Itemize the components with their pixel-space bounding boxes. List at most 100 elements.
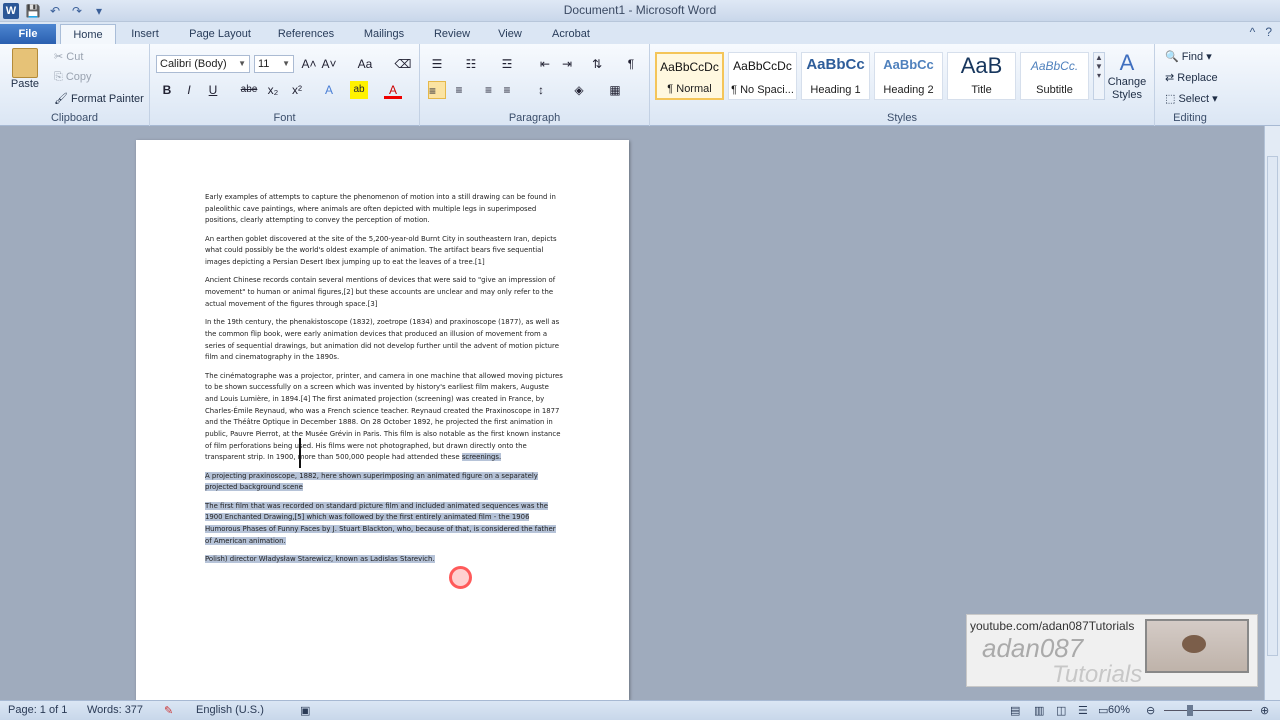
style-heading-2[interactable]: AaBbCc Heading 2 (874, 52, 943, 100)
font-name-combo[interactable]: Calibri (Body) ▼ (156, 55, 250, 73)
style-heading-1[interactable]: AaBbCc Heading 1 (801, 52, 870, 100)
find-label: Find (1181, 51, 1204, 63)
tab-insert[interactable]: Insert (118, 24, 172, 44)
selected-text[interactable]: The first film that was recorded on stan… (205, 501, 556, 545)
tab-acrobat[interactable]: Acrobat (540, 24, 602, 44)
selected-paragraph[interactable]: A projecting praxinoscope, 1882, here sh… (205, 471, 563, 494)
justify-icon[interactable]: ≡ (498, 81, 516, 99)
font-color-icon[interactable]: A (384, 81, 402, 99)
style-title[interactable]: AaB Title (947, 52, 1016, 100)
tab-references[interactable]: References (268, 24, 344, 44)
word-count[interactable]: Words: 377 (87, 704, 143, 716)
tab-view[interactable]: View (488, 24, 532, 44)
shrink-font-icon[interactable]: A˅ (320, 55, 338, 73)
macro-record-icon[interactable]: ▣ (300, 704, 310, 717)
style-name: Heading 2 (883, 84, 934, 96)
ribbon-tabs: File Home Insert Page Layout References … (0, 22, 1280, 44)
shading-icon[interactable]: ◈ (570, 81, 588, 99)
style-no-spacing[interactable]: AaBbCcDc ¶ No Spaci... (728, 52, 797, 100)
superscript-icon[interactable]: x² (288, 81, 306, 99)
watermark-name: adan087 (982, 633, 1084, 663)
borders-icon[interactable]: ▦ (606, 81, 624, 99)
paragraph[interactable]: In the 19th century, the phenakistoscope… (205, 317, 563, 364)
paste-label: Paste (10, 78, 40, 90)
cut-button[interactable]: ✂ Cut (54, 50, 83, 63)
paragraph[interactable]: Ancient Chinese records contain several … (205, 275, 563, 310)
paragraph-text[interactable]: The cinématographe was a projector, prin… (205, 372, 563, 462)
outline-view-icon[interactable]: ☰ (1078, 704, 1088, 717)
tab-review[interactable]: Review (424, 24, 480, 44)
mouse-click-indicator (449, 566, 472, 589)
highlight-icon[interactable]: ab (350, 81, 368, 99)
print-layout-view-icon[interactable]: ▤ (1010, 704, 1020, 717)
vertical-scrollbar[interactable] (1264, 126, 1280, 700)
paragraph[interactable]: Early examples of attempts to capture th… (205, 192, 563, 227)
show-hide-icon[interactable]: ¶ (622, 55, 640, 73)
window-title: Document1 - Microsoft Word (563, 3, 717, 17)
copy-button[interactable]: ⎘ Copy (54, 71, 92, 84)
italic-icon[interactable]: I (180, 81, 198, 99)
sort-icon[interactable]: ⇅ (588, 55, 606, 73)
iris (1182, 635, 1206, 653)
zoom-level[interactable]: 60% (1108, 704, 1130, 716)
selected-text[interactable]: A projecting praxinoscope, 1882, here sh… (205, 471, 538, 492)
subscript-icon[interactable]: x₂ (264, 81, 282, 99)
language[interactable]: English (U.S.) (196, 704, 264, 716)
clear-formatting-icon[interactable]: ⌫ (394, 55, 412, 73)
select-button[interactable]: ⬚ Select ▾ (1165, 92, 1218, 105)
ribbon-controls: ^ ? (1250, 25, 1272, 39)
selected-text[interactable]: screenings. (461, 453, 502, 462)
scrollbar-thumb[interactable] (1267, 156, 1278, 656)
tab-home[interactable]: Home (60, 24, 116, 44)
selected-paragraph[interactable]: The first film that was recorded on stan… (205, 501, 563, 548)
style-normal[interactable]: AaBbCcDc ¶ Normal (655, 52, 724, 100)
selected-text[interactable]: Polish) director Władysław Starewicz, kn… (205, 555, 435, 564)
paste-icon (12, 48, 38, 78)
paragraph[interactable]: The cinématographe was a projector, prin… (205, 371, 563, 465)
numbering-icon[interactable]: ☷ (462, 55, 480, 73)
minimize-ribbon-icon[interactable]: ^ (1250, 25, 1256, 39)
tab-file[interactable]: File (0, 24, 56, 44)
line-spacing-icon[interactable]: ↕ (532, 81, 550, 99)
paste-button[interactable]: Paste (6, 48, 44, 102)
multilevel-list-icon[interactable]: ☲ (498, 55, 516, 73)
align-center-icon[interactable]: ≡ (450, 81, 468, 99)
styles-gallery: AaBbCcDc ¶ Normal AaBbCcDc ¶ No Spaci... A… (655, 52, 1105, 102)
zoom-out-icon[interactable]: ⊖ (1146, 704, 1155, 717)
change-styles-button[interactable]: A Change Styles (1104, 50, 1150, 102)
tab-page-layout[interactable]: Page Layout (180, 24, 260, 44)
font-size-combo[interactable]: 11 ▼ (254, 55, 294, 73)
bold-icon[interactable]: B (158, 81, 176, 99)
bullets-icon[interactable]: ☰ (428, 55, 446, 73)
increase-indent-icon[interactable]: ⇥ (558, 55, 576, 73)
page-count[interactable]: Page: 1 of 1 (8, 704, 67, 716)
format-painter-button[interactable]: 🖌 Format Painter (54, 92, 144, 105)
grow-font-icon[interactable]: A˄ (300, 55, 318, 73)
tab-mailings[interactable]: Mailings (352, 24, 416, 44)
align-left-icon[interactable]: ≡ (428, 81, 446, 99)
style-sample: AaBbCc (883, 57, 934, 72)
underline-icon[interactable]: U (204, 81, 222, 99)
zoom-slider[interactable] (1164, 710, 1252, 711)
find-button[interactable]: 🔍 Find ▾ (1165, 50, 1212, 63)
zoom-in-icon[interactable]: ⊕ (1260, 704, 1269, 717)
text-effects-icon[interactable]: A (320, 81, 338, 99)
watermark-tagline: Tutorials (1052, 661, 1143, 688)
style-name: Heading 1 (810, 84, 861, 96)
selected-paragraph[interactable]: Polish) director Władysław Starewicz, kn… (205, 554, 563, 566)
full-screen-view-icon[interactable]: ▥ (1034, 704, 1044, 717)
style-subtitle[interactable]: AaBbCc. Subtitle (1020, 52, 1089, 100)
help-icon[interactable]: ? (1265, 25, 1272, 39)
align-right-icon[interactable]: ≡ (474, 81, 492, 99)
draft-view-icon[interactable]: ▭ (1098, 704, 1108, 717)
paragraph[interactable]: An earthen goblet discovered at the site… (205, 234, 563, 269)
replace-button[interactable]: ⇄ Replace (1165, 71, 1218, 84)
document-text[interactable]: Early examples of attempts to capture th… (205, 192, 563, 572)
change-case-icon[interactable]: Aa (354, 55, 376, 73)
proofing-icon[interactable]: ✎ (164, 704, 173, 717)
zoom-slider-thumb[interactable] (1187, 705, 1193, 716)
decrease-indent-icon[interactable]: ⇤ (536, 55, 554, 73)
format-painter-label: Format Painter (71, 93, 144, 105)
strikethrough-icon[interactable]: abe (238, 81, 260, 99)
web-layout-view-icon[interactable]: ◫ (1056, 704, 1066, 717)
